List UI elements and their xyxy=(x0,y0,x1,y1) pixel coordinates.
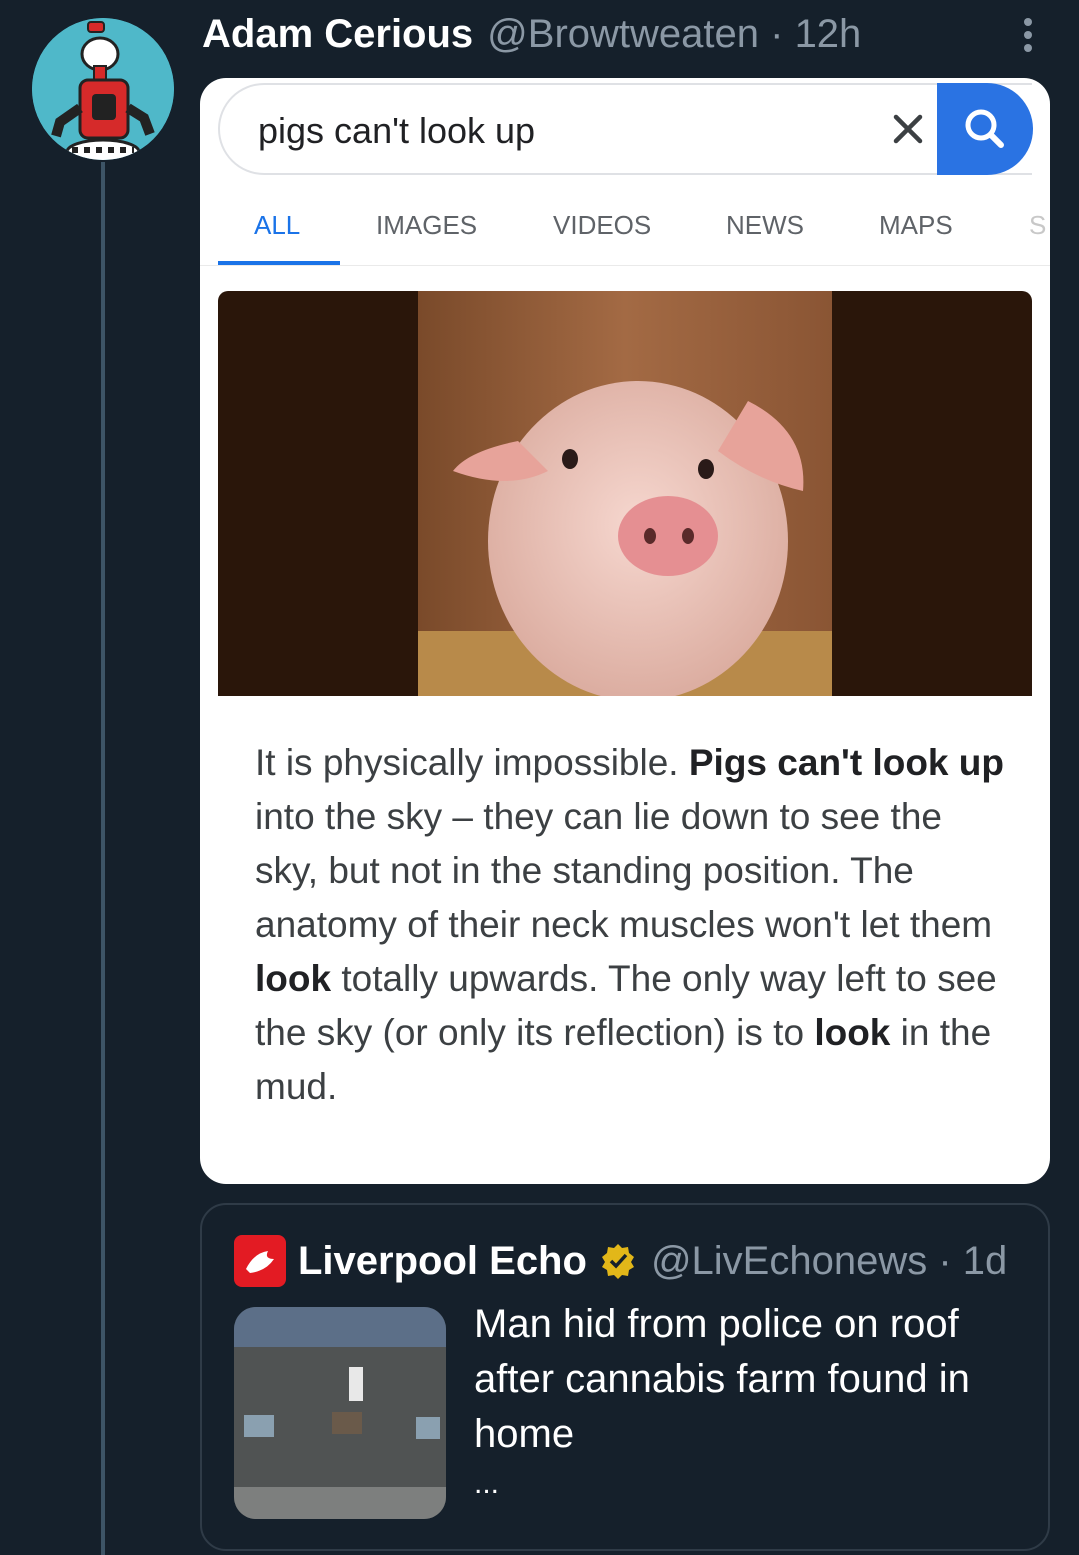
avatar[interactable] xyxy=(32,18,174,160)
quoted-tweet-header: Liverpool Echo @LivEchonews · 1d xyxy=(234,1235,1007,1287)
quoted-author-handle[interactable]: @LivEchonews · 1d xyxy=(651,1239,1007,1284)
liverpool-echo-logo-icon[interactable] xyxy=(234,1235,286,1287)
quoted-author-name[interactable]: Liverpool Echo xyxy=(298,1239,587,1284)
tab-news[interactable]: NEWS xyxy=(726,210,804,241)
author-name[interactable]: Adam Cerious xyxy=(202,12,473,57)
thread-line xyxy=(101,162,105,1555)
roof-photo xyxy=(234,1307,446,1519)
tab-maps[interactable]: MAPS xyxy=(879,210,953,241)
tweet-header: Adam Cerious @Browtweaten · 12h xyxy=(202,12,861,62)
quoted-ellipsis: ... xyxy=(474,1467,500,1500)
verified-badge-icon xyxy=(601,1244,634,1279)
tab-images[interactable]: IMAGES xyxy=(376,210,477,241)
quoted-tweet[interactable]: Liverpool Echo @LivEchonews · 1d Man hid… xyxy=(200,1203,1050,1551)
quoted-headline: Man hid from police on roof after cannab… xyxy=(474,1302,970,1456)
search-query: pigs can't look up xyxy=(258,110,536,151)
clear-search-icon[interactable] xyxy=(888,107,928,151)
more-options-icon[interactable] xyxy=(1018,18,1038,58)
robot-avatar-icon xyxy=(32,18,174,160)
active-tab-indicator xyxy=(218,261,340,265)
search-icon xyxy=(965,109,1004,148)
tab-videos[interactable]: VIDEOS xyxy=(553,210,651,241)
featured-snippet-text: It is physically impossible. Pigs can't … xyxy=(255,742,1004,1107)
tab-all[interactable]: ALL xyxy=(254,210,300,241)
pig-image[interactable] xyxy=(218,291,1032,696)
search-tabs: ALL IMAGES VIDEOS NEWS MAPS S xyxy=(200,196,1050,266)
author-handle[interactable]: @Browtweaten · 12h xyxy=(487,12,861,57)
pig-photo xyxy=(418,291,832,696)
tweet-time: 12h xyxy=(794,12,862,56)
quoted-thumbnail[interactable] xyxy=(234,1307,446,1519)
search-button[interactable] xyxy=(937,83,1033,175)
search-input[interactable]: pigs can't look up xyxy=(218,83,1032,175)
tweet-media-card[interactable]: pigs can't look up ALL IMAGES VIDEOS NEW… xyxy=(200,78,1050,1184)
quoted-time: 1d xyxy=(962,1238,1008,1283)
tab-shopping-partial[interactable]: S xyxy=(1029,210,1046,241)
